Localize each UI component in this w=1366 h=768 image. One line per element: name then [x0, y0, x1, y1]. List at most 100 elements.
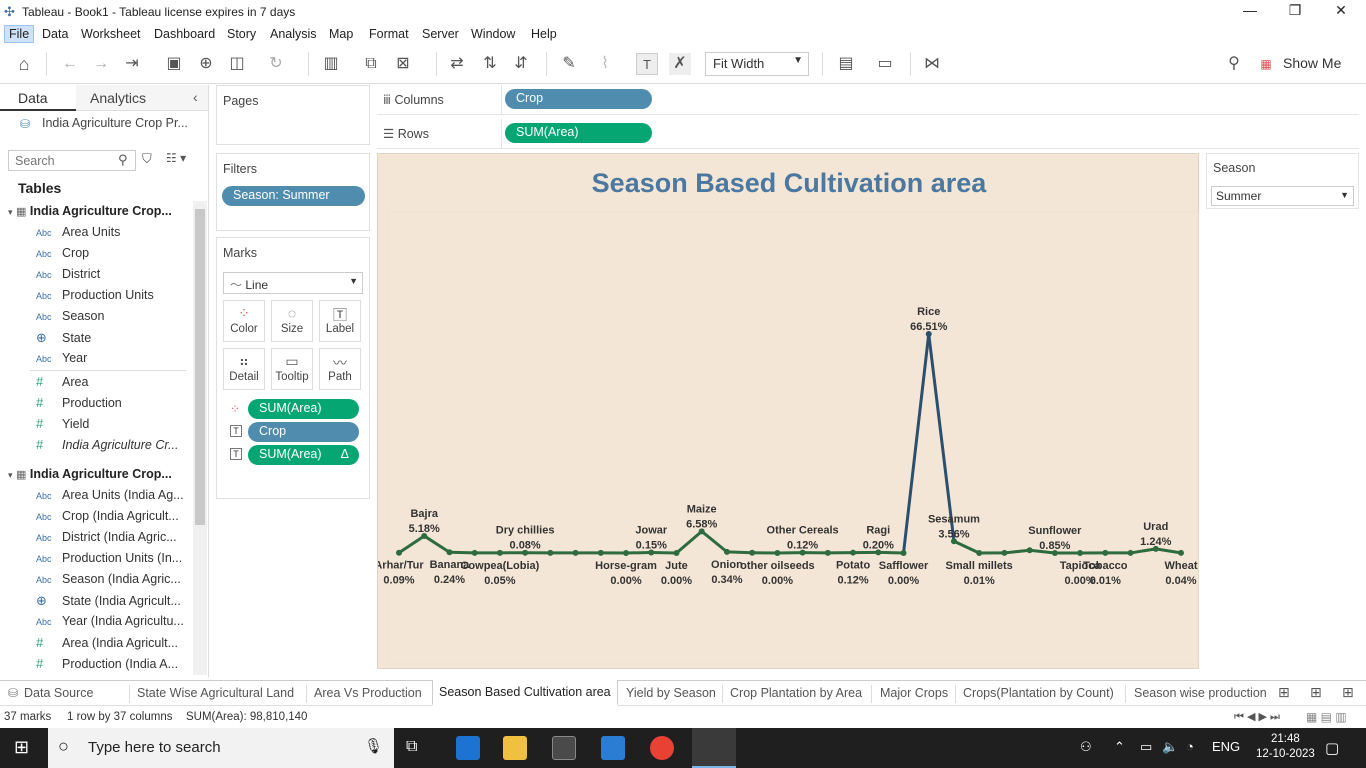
menu-server[interactable]: Server: [422, 27, 459, 41]
undo-icon[interactable]: ←: [59, 53, 81, 75]
table-header[interactable]: ▾ ▦ India Agriculture Crop...: [8, 204, 172, 218]
menu-help[interactable]: Help: [531, 27, 557, 41]
data-point[interactable]: [1178, 549, 1184, 556]
people-icon[interactable]: ⚇: [1080, 739, 1092, 755]
table-header[interactable]: ▾ ▦ India Agriculture Crop...: [8, 467, 172, 481]
fix-axes-icon[interactable]: ✗: [669, 53, 691, 75]
color-button[interactable]: ⁘ Color: [223, 300, 265, 342]
field-item[interactable]: ⊕ State: [36, 330, 91, 346]
home-icon[interactable]: ⌂: [13, 53, 35, 75]
mark-pill-area-color[interactable]: SUM(Area): [248, 399, 359, 419]
tab-data-source[interactable]: Data Source: [24, 681, 93, 707]
new-story-icon[interactable]: ⊞: [1342, 684, 1354, 701]
field-item[interactable]: Abc Year (India Agricultu...: [36, 614, 184, 628]
field-item[interactable]: ⊕ State (India Agricult...: [36, 593, 181, 609]
data-point[interactable]: [547, 549, 554, 556]
filters-card[interactable]: Filters Season: Summer: [216, 153, 370, 231]
network-icon[interactable]: ◔: [1186, 739, 1194, 754]
redo-icon[interactable]: →: [90, 53, 112, 75]
data-point[interactable]: [1127, 549, 1134, 556]
windows-start-icon[interactable]: ⊞: [14, 737, 29, 758]
view-canvas[interactable]: Season Based Cultivation area Arhar/Tur 0…: [377, 153, 1199, 669]
tab-analytics[interactable]: Analytics: [76, 85, 208, 111]
rows-pill[interactable]: SUM(Area): [505, 123, 652, 143]
show-me-button[interactable]: Show Me: [1283, 55, 1341, 71]
data-point[interactable]: [1102, 549, 1109, 556]
field-item[interactable]: Abc Crop: [36, 246, 89, 260]
mark-pill-crop[interactable]: Crop: [248, 422, 359, 442]
clock[interactable]: 21:48 12-10-2023: [1256, 732, 1315, 762]
menu-map[interactable]: Map: [329, 27, 353, 41]
store-icon[interactable]: [552, 736, 576, 760]
data-point[interactable]: [673, 550, 680, 556]
label-button[interactable]: 🅃 Label: [319, 300, 361, 342]
volume-icon[interactable]: 🔈: [1162, 739, 1178, 755]
field-item[interactable]: # Yield: [36, 416, 89, 431]
tab-area-vs-production[interactable]: Area Vs Production: [314, 681, 422, 707]
data-point[interactable]: [572, 549, 579, 556]
field-item[interactable]: Abc Season (India Agric...: [36, 572, 181, 586]
tab-major-crops[interactable]: Major Crops: [880, 681, 948, 707]
menu-story[interactable]: Story: [227, 27, 256, 41]
size-button[interactable]: ◌ Size: [271, 300, 313, 342]
pause-updates-icon[interactable]: ◫: [226, 53, 248, 75]
new-dashboard-icon[interactable]: ⊞: [1310, 684, 1322, 701]
field-item[interactable]: Abc Production Units (In...: [36, 551, 182, 565]
data-point[interactable]: [1077, 549, 1084, 556]
data-point[interactable]: [471, 549, 478, 556]
menu-worksheet[interactable]: Worksheet: [81, 27, 141, 41]
field-item[interactable]: Abc District: [36, 267, 100, 281]
refresh-icon[interactable]: ↻: [265, 53, 287, 75]
season-select[interactable]: Summer ▼: [1211, 186, 1354, 206]
tab-crop-plantation[interactable]: Crop Plantation by Area: [730, 681, 862, 707]
attach-icon[interactable]: ⌇: [594, 53, 616, 75]
data-point[interactable]: [976, 549, 983, 556]
sort-descending-icon[interactable]: ⇵: [510, 53, 532, 75]
tab-season-production[interactable]: Season wise production: [1134, 681, 1267, 707]
field-item[interactable]: # Area (India Agricult...: [36, 635, 178, 650]
replay-icon[interactable]: ⇥: [121, 53, 143, 75]
filter-icon[interactable]: ⛉: [142, 151, 152, 167]
swap-icon[interactable]: ⇄: [446, 53, 468, 75]
tray-chevron-icon[interactable]: ⌃: [1114, 739, 1125, 755]
new-worksheet-icon[interactable]: ▥: [320, 53, 342, 75]
field-item[interactable]: # Production (India A...: [36, 656, 178, 671]
data-point[interactable]: [900, 550, 907, 556]
sheet-nav-icon[interactable]: ⏮ ◀ ▶ ⏭: [1234, 710, 1280, 724]
show-labels-icon[interactable]: T: [636, 53, 658, 75]
file-explorer-icon[interactable]: [503, 736, 527, 760]
mark-pill-area-label[interactable]: SUM(Area) Δ: [248, 445, 359, 465]
field-item[interactable]: Abc Year: [36, 351, 87, 365]
tab-crops-count[interactable]: Crops(Plantation by Count): [963, 681, 1114, 707]
menu-window[interactable]: Window: [471, 27, 515, 41]
presentation-icon[interactable]: ▭: [874, 53, 896, 75]
rows-shelf[interactable]: ☰ Rows SUM(Area): [377, 119, 1359, 149]
share-icon[interactable]: ⋈: [921, 53, 943, 75]
clear-sheet-icon[interactable]: ⊠: [392, 53, 414, 75]
notification-icon[interactable]: ▢: [1325, 739, 1339, 757]
menu-format[interactable]: Format: [369, 27, 409, 41]
taskbar-search[interactable]: ○ Type here to search 🎙: [48, 728, 394, 768]
tab-data[interactable]: Data: [0, 85, 76, 111]
save-icon[interactable]: ▣: [163, 53, 185, 75]
pages-card[interactable]: Pages: [216, 85, 370, 145]
field-item[interactable]: Abc Production Units: [36, 288, 154, 302]
chrome-icon[interactable]: [650, 736, 674, 760]
field-item[interactable]: Abc Area Units: [36, 225, 120, 239]
restore-icon[interactable]: ❐: [1272, 2, 1318, 19]
show-cards-icon[interactable]: ▤: [835, 53, 857, 75]
view-options-icon[interactable]: ☷ ▾: [166, 151, 186, 165]
close-icon[interactable]: ✕: [1318, 2, 1364, 19]
tab-season-based[interactable]: Season Based Cultivation area: [432, 680, 618, 706]
line-chart[interactable]: Arhar/Tur0.09%Bajra5.18%Banana0.24%Cowpe…: [378, 154, 1200, 670]
menu-dashboard[interactable]: Dashboard: [154, 27, 215, 41]
scrollbar[interactable]: [193, 201, 207, 675]
columns-shelf[interactable]: ⅲ Columns Crop: [377, 85, 1359, 115]
columns-pill[interactable]: Crop: [505, 89, 652, 109]
filter-pill[interactable]: Season: Summer: [222, 186, 365, 206]
microphone-icon[interactable]: 🎙: [364, 737, 383, 755]
field-item[interactable]: # India Agriculture Cr...: [36, 437, 178, 452]
data-point[interactable]: [1026, 547, 1033, 554]
menu-analysis[interactable]: Analysis: [270, 27, 317, 41]
field-item[interactable]: Abc District (India Agric...: [36, 530, 177, 544]
